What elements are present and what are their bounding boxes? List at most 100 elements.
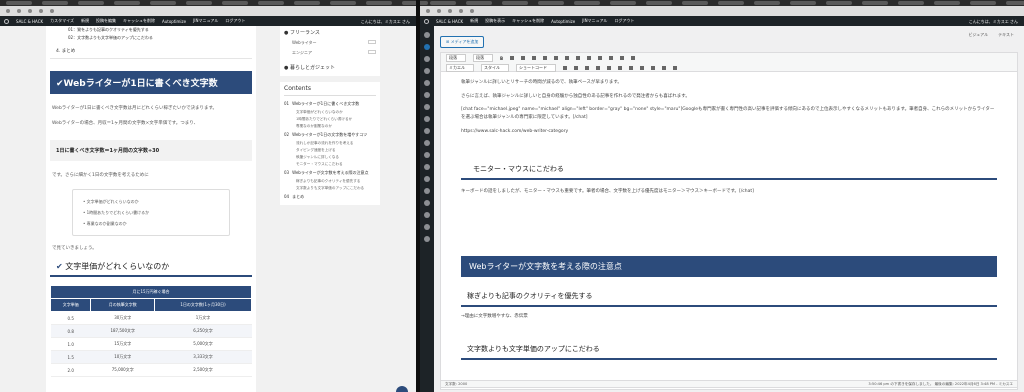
contents-item[interactable]: 02 Webライターが1日の文字数を増やすコツ: [284, 130, 376, 140]
admin-item-clear-cache[interactable]: キャッシュを削除: [123, 18, 155, 24]
unlink-icon[interactable]: [598, 56, 603, 60]
contents-item[interactable]: 04 まとめ: [284, 192, 376, 202]
content-paragraph[interactable]: 執筆ジャンルに詳しいとリサーチの時間が減るので、執筆ペースが早まります。: [461, 76, 997, 90]
plugin-menu-icon[interactable]: [424, 224, 430, 230]
tab-visual[interactable]: ビジュアル: [969, 32, 989, 38]
admin-site-name[interactable]: SALC & HACK: [436, 19, 463, 24]
category-title[interactable]: ● フリーランス: [284, 29, 376, 36]
admin-item-edit-post[interactable]: 投稿を編集: [96, 18, 116, 24]
admin-item-jin-manual[interactable]: JINマニュアル: [193, 18, 218, 24]
outdent-icon[interactable]: [629, 66, 633, 70]
numbered-list-icon[interactable]: [532, 56, 537, 60]
admin-item-logout[interactable]: ログアウト: [225, 18, 245, 24]
undo-icon[interactable]: [651, 66, 655, 70]
fullscreen-icon[interactable]: [620, 56, 625, 60]
align-left-icon[interactable]: [554, 56, 559, 60]
content-heading-monitor[interactable]: モニター・マウスにこだわる: [461, 152, 997, 180]
dashboard-icon[interactable]: [424, 32, 430, 38]
plugin-menu-icon[interactable]: [424, 188, 430, 194]
format-select-2[interactable]: 段落: [473, 54, 493, 62]
contents-subitem[interactable]: 流れしか記事の流れを作りを考える: [284, 140, 376, 147]
category-item[interactable]: エンジニア: [284, 48, 376, 58]
wordpress-icon[interactable]: [424, 18, 429, 24]
add-media-button[interactable]: ⊞ メディアを追加: [440, 36, 485, 48]
toc-subitem[interactable]: 02：文字数よりも文字単価のアップにこだわる: [46, 34, 256, 42]
admin-site-name[interactable]: SALC & HACK: [16, 19, 43, 24]
link-icon[interactable]: [587, 56, 592, 60]
admin-item-new[interactable]: 新規: [470, 18, 478, 24]
contents-subitem[interactable]: 執筆ジャンルに詳しくなる: [284, 154, 376, 161]
contents-subitem[interactable]: 1時間あたりでどれくらい書けるか: [284, 116, 376, 123]
clear-format-icon[interactable]: [607, 66, 611, 70]
content-paragraph[interactable]: →理由に文字数増やすな、赤伝票: [461, 307, 997, 324]
style-select[interactable]: スタイル: [481, 64, 509, 72]
scroll-top-button[interactable]: [396, 386, 408, 392]
admin-item-view-post[interactable]: 投稿を表示: [485, 18, 505, 24]
content-heading-caution[interactable]: Webライターが文字数を考える際の注意点: [461, 256, 997, 278]
collapse-menu-icon[interactable]: [424, 236, 430, 242]
speaker-select[interactable]: ミカエル: [446, 64, 474, 72]
paste-text-icon[interactable]: [596, 66, 600, 70]
tab-text[interactable]: テキスト: [998, 32, 1014, 38]
indent-icon[interactable]: [640, 66, 644, 70]
italic-icon[interactable]: [510, 56, 515, 60]
quote-icon[interactable]: [543, 56, 548, 60]
content-heading-price[interactable]: 文字数よりも文字単価のアップにこだわる: [461, 334, 997, 360]
category-item[interactable]: Webライター: [284, 38, 376, 48]
content-chat-shortcode[interactable]: [chat face="michael.jpeg" name="michael"…: [461, 103, 997, 124]
text-color-icon[interactable]: [585, 66, 589, 70]
plugin-menu-icon[interactable]: [424, 164, 430, 170]
contents-subitem[interactable]: タイピング速度を上げる: [284, 147, 376, 154]
admin-item-customize[interactable]: カスタマイズ: [50, 18, 74, 24]
contents-item[interactable]: 03 Webライターが文字数を考える際の注意点: [284, 168, 376, 178]
bold-icon[interactable]: B: [500, 56, 503, 61]
special-char-icon[interactable]: [618, 66, 622, 70]
admin-item-clear-cache[interactable]: キャッシュを削除: [512, 18, 544, 24]
admin-item-logout[interactable]: ログアウト: [614, 18, 634, 24]
admin-greeting[interactable]: こんにちは、ミカスエ さん: [361, 19, 410, 25]
plugin-menu-icon[interactable]: [424, 152, 430, 158]
plugins-icon[interactable]: [424, 104, 430, 110]
admin-item-autoptimize[interactable]: Autoptimize: [162, 19, 186, 24]
media-icon[interactable]: [424, 56, 430, 62]
editor-content[interactable]: 執筆ジャンルに詳しいとリサーチの時間が減るので、執筆ペースが早まります。 さらに…: [440, 72, 1018, 390]
content-link[interactable]: https://www.salc-hack.com/web-writer-cat…: [461, 125, 997, 144]
align-center-icon[interactable]: [565, 56, 570, 60]
plugin-menu-icon[interactable]: [424, 212, 430, 218]
appearance-icon[interactable]: [424, 92, 430, 98]
category-title[interactable]: ● 暮らしとガジェット: [284, 64, 376, 71]
hr-icon[interactable]: [574, 66, 578, 70]
toc-subitem[interactable]: 01：質をよりも記事のクオリティを優先する: [46, 26, 256, 34]
contents-subitem[interactable]: 稼ぎよりも記事のクオリティを優先する: [284, 178, 376, 185]
admin-item-new[interactable]: 新規: [81, 18, 89, 24]
strikethrough-icon[interactable]: [563, 66, 567, 70]
content-heading-quality[interactable]: 稼ぎよりも記事のクオリティを優先する: [461, 281, 997, 308]
help-icon[interactable]: [673, 66, 677, 70]
admin-greeting[interactable]: こんにちは、ミカスエ さん: [969, 19, 1018, 25]
wordpress-icon[interactable]: [4, 18, 9, 24]
content-paragraph[interactable]: さらに言えば、執筆ジャンルに詳しいと自身の経験から独自性のある記事を作れるので発…: [461, 90, 997, 104]
shortcode-select[interactable]: ショートコード: [516, 64, 556, 72]
contents-subitem[interactable]: 文字単価がどれくらいなのか: [284, 109, 376, 116]
users-icon[interactable]: [424, 116, 430, 122]
contents-subitem[interactable]: 文字数よりも文字単価のアップにこだわる: [284, 185, 376, 192]
settings-icon[interactable]: [424, 140, 430, 146]
kitchen-sink-icon[interactable]: [631, 56, 636, 60]
admin-item-jin-manual[interactable]: JINマニュアル: [582, 18, 607, 24]
plugin-menu-icon[interactable]: [424, 176, 430, 182]
contents-subitem[interactable]: 専業なのか副業なのか: [284, 123, 376, 130]
more-icon[interactable]: [609, 56, 614, 60]
list-icon[interactable]: [521, 56, 526, 60]
plugin-menu-icon[interactable]: [424, 200, 430, 206]
contents-subitem[interactable]: モニター・マウスにこだわる: [284, 161, 376, 168]
toc-item-summary[interactable]: 4. まとめ: [50, 42, 252, 59]
contents-item[interactable]: 01 Webライターが1日に書くべき文字数: [284, 99, 376, 109]
comments-icon[interactable]: [424, 80, 430, 86]
admin-item-autoptimize[interactable]: Autoptimize: [551, 19, 575, 24]
posts-icon[interactable]: [424, 44, 430, 50]
align-right-icon[interactable]: [576, 56, 581, 60]
tools-icon[interactable]: [424, 128, 430, 134]
content-paragraph[interactable]: キーボードの話をしましたが、モニター・マウスも重要です。筆者の場合、文字数を上げ…: [461, 180, 997, 199]
redo-icon[interactable]: [662, 66, 666, 70]
pages-icon[interactable]: [424, 68, 430, 74]
